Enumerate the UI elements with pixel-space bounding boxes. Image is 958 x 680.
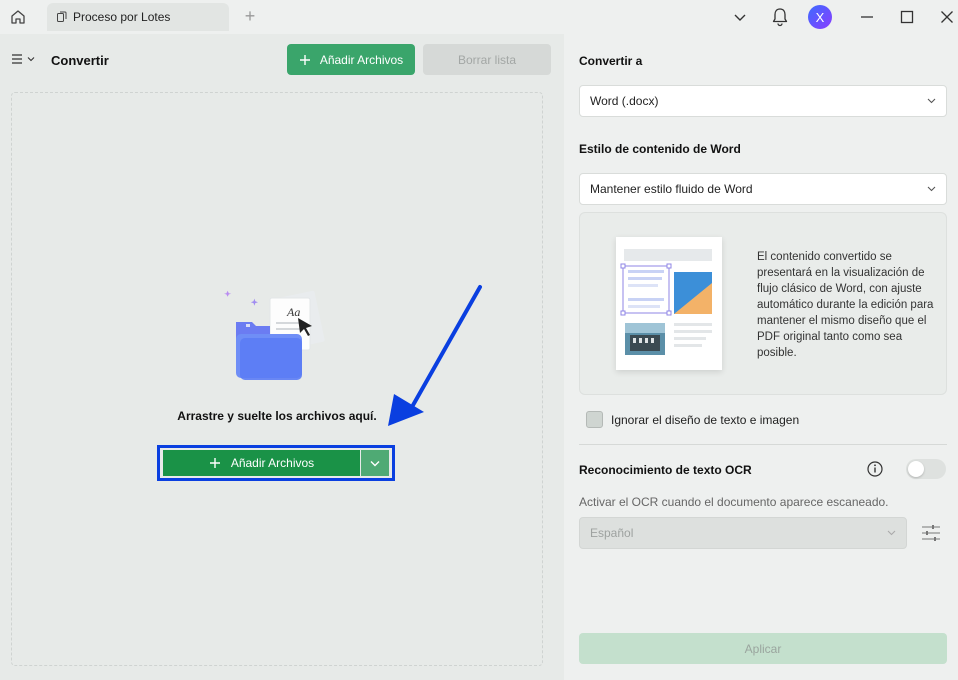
plus-icon [299,54,310,65]
plus-icon [209,458,220,468]
chevron-down-icon [370,460,380,466]
convert-to-select[interactable]: Word (.docx) [579,85,947,117]
ignore-layout-label: Ignorar el diseño de texto e imagen [611,412,800,427]
add-files-button[interactable]: Añadir Archivos [287,44,415,75]
style-preview-card: El contenido convertido se presentará en… [579,212,947,395]
style-description: El contenido convertido se presentará en… [757,251,934,359]
divider [579,444,947,445]
annotation-arrow [388,285,482,426]
dropdown-button[interactable] [729,6,751,28]
sliders-icon[interactable] [920,523,942,543]
folder-files-illustration: Aa [224,290,325,380]
close-icon [941,11,953,23]
ignore-layout-option[interactable]: Ignorar el diseño de texto e imagen [586,411,799,428]
maximize-button[interactable] [896,6,918,28]
menu-button[interactable] [10,52,35,66]
add-files-main-label: Añadir Archivos [230,456,315,470]
ocr-language-value: Español [590,526,634,540]
chevron-down-icon [734,14,746,21]
word-style-value: Mantener estilo fluido de Word [590,182,753,196]
word-style-select[interactable]: Mantener estilo fluido de Word [579,173,947,205]
home-button[interactable] [7,7,29,27]
tab-label: Proceso por Lotes [73,10,171,24]
document-icon [57,11,67,22]
illustration-aa-text: Aa [286,305,300,319]
info-icon[interactable] [866,460,884,478]
settings-panel: Convertir a Word (.docx) Estilo de conte… [564,34,958,680]
home-icon [11,10,25,24]
close-button[interactable] [936,6,958,28]
apply-label: Aplicar [744,641,782,656]
toggle-knob [908,461,924,477]
document-layout-illustration [616,237,722,370]
clear-list-label: Borrar lista [457,52,516,67]
chevron-down-icon [927,98,936,104]
word-style-label: Estilo de contenido de Word [579,142,741,156]
chevron-down-icon [927,186,936,192]
add-files-main-button[interactable]: Añadir Archivos [163,450,360,476]
chevron-down-icon [27,57,35,62]
ocr-language-select[interactable]: Español [579,517,907,549]
user-avatar[interactable]: X [808,5,832,29]
chevron-down-icon [887,530,896,536]
new-tab-button[interactable]: + [241,7,259,26]
ocr-label: Reconocimiento de texto OCR [579,463,752,477]
menu-icon [12,54,22,64]
clear-list-button[interactable]: Borrar lista [423,44,551,75]
apply-button[interactable]: Aplicar [579,633,947,664]
ignore-layout-checkbox[interactable] [586,411,603,428]
ocr-description: Activar el OCR cuando el documento apare… [579,495,889,509]
notifications-button[interactable] [769,6,791,28]
minimize-icon [861,16,873,18]
convert-panel: Convertir Añadir Archivos Borrar lista A… [0,34,562,680]
tab-batch-process[interactable]: Proceso por Lotes [47,3,229,31]
ocr-toggle[interactable] [906,459,946,479]
add-files-label: Añadir Archivos [319,52,404,67]
page-title: Convertir [51,53,109,68]
convert-to-value: Word (.docx) [590,94,659,108]
maximize-icon [900,10,914,24]
bell-icon [772,8,788,27]
title-bar: Proceso por Lotes + X [0,0,958,34]
minimize-button[interactable] [856,6,878,28]
convert-to-label: Convertir a [579,54,643,68]
